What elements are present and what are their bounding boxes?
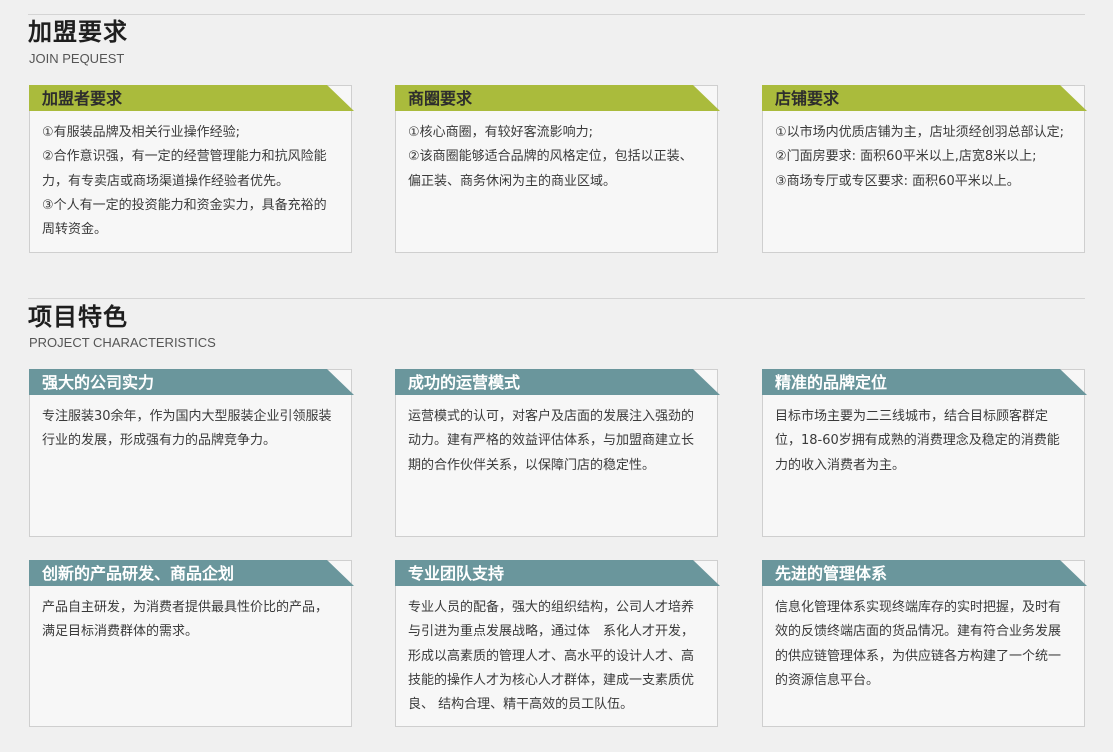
join-card-store: 店铺要求 ①以市场内优质店铺为主，店址须经创羽总部认定; ②门面房要求: 面积6… (762, 85, 1087, 253)
feature-card-text: 运营模式的认可，对客户及店面的发展注入强劲的动力。建有严格的效益评估体系，与加盟… (408, 409, 695, 473)
join-card-applicant: 加盟者要求 ①有服装品牌及相关行业操作经验; ②合作意识强，有一定的经营管理能力… (29, 85, 354, 253)
join-card-body: ①有服装品牌及相关行业操作经验; ②合作意识强，有一定的经营管理能力和抗风险能力… (42, 121, 339, 242)
requirement-line: ②该商圈能够适合品牌的风格定位，包括以正装、偏正装、商务休闲为主的商业区域。 (408, 149, 693, 189)
join-card-heading: 店铺要求 (762, 85, 1087, 111)
feature-card-heading: 专业团队支持 (395, 560, 720, 586)
join-card-heading: 商圈要求 (395, 85, 720, 111)
top-divider (28, 14, 1085, 15)
feature-card-team-support: 专业团队支持 专业人员的配备，强大的组织结构，公司人才培养与引进为重点发展战略，… (395, 560, 720, 727)
join-card-body: ①以市场内优质店铺为主，店址须经创羽总部认定; ②门面房要求: 面积60平米以上… (775, 121, 1072, 194)
features-section-subtitle: PROJECT CHARACTERISTICS (29, 335, 216, 350)
requirement-line: ②门面房要求: 面积60平米以上,店宽8米以上; (775, 149, 1037, 165)
feature-card-company-strength: 强大的公司实力 专注服装30余年，作为国内大型服装企业引领服装行业的发展，形成强… (29, 369, 354, 537)
join-card-heading: 加盟者要求 (29, 85, 354, 111)
join-card-business-district: 商圈要求 ①核心商圈，有较好客流影响力; ②该商圈能够适合品牌的风格定位，包括以… (395, 85, 720, 253)
feature-card-heading: 精准的品牌定位 (762, 369, 1087, 395)
requirement-line: ②合作意识强，有一定的经营管理能力和抗风险能力，有专卖店或商场渠道操作经验者优先… (42, 149, 327, 189)
feature-card-text: 目标市场主要为二三线城市，结合目标顾客群定位，18-60岁拥有成熟的消费理念及稳… (775, 409, 1060, 473)
feature-card-text: 信息化管理体系实现终端库存的实时把握，及时有效的反馈终端店面的货品情况。建有符合… (775, 600, 1062, 688)
join-section-subtitle: JOIN PEQUEST (29, 51, 125, 66)
middle-divider (28, 298, 1085, 299)
join-section-title: 加盟要求 (28, 18, 128, 46)
feature-card-operation-model: 成功的运营模式 运营模式的认可，对客户及店面的发展注入强劲的动力。建有严格的效益… (395, 369, 720, 537)
requirement-line: ①以市场内优质店铺为主，店址须经创羽总部认定; (775, 125, 1065, 140)
feature-card-text: 专注服装30余年，作为国内大型服装企业引领服装行业的发展，形成强有力的品牌竞争力… (42, 409, 332, 449)
requirement-line: ①有服装品牌及相关行业操作经验; (42, 125, 241, 140)
features-section-title: 项目特色 (28, 303, 128, 331)
feature-card-heading: 成功的运营模式 (395, 369, 720, 395)
feature-card-brand-positioning: 精准的品牌定位 目标市场主要为二三线城市，结合目标顾客群定位，18-60岁拥有成… (762, 369, 1087, 537)
feature-card-management-system: 先进的管理体系 信息化管理体系实现终端库存的实时把握，及时有效的反馈终端店面的货… (762, 560, 1087, 727)
feature-card-heading: 强大的公司实力 (29, 369, 354, 395)
requirement-line: ③个人有一定的投资能力和资金实力，具备充裕的周转资金。 (42, 197, 327, 238)
join-card-body: ①核心商圈，有较好客流影响力; ②该商圈能够适合品牌的风格定位，包括以正装、偏正… (408, 121, 705, 194)
feature-card-heading: 创新的产品研发、商品企划 (29, 560, 354, 586)
feature-card-product-development: 创新的产品研发、商品企划 产品自主研发，为消费者提供最具性价比的产品，满足目标消… (29, 560, 354, 727)
feature-card-text: 专业人员的配备，强大的组织结构，公司人才培养与引进为重点发展战略，通过体 系化人… (408, 600, 695, 713)
requirement-line: ①核心商圈，有较好客流影响力; (408, 125, 594, 140)
feature-card-heading: 先进的管理体系 (762, 560, 1087, 586)
feature-card-text: 产品自主研发，为消费者提供最具性价比的产品，满足目标消费群体的需求。 (42, 600, 329, 640)
requirement-line: ③商场专厅或专区要求: 面积60平米以上。 (775, 173, 1020, 189)
